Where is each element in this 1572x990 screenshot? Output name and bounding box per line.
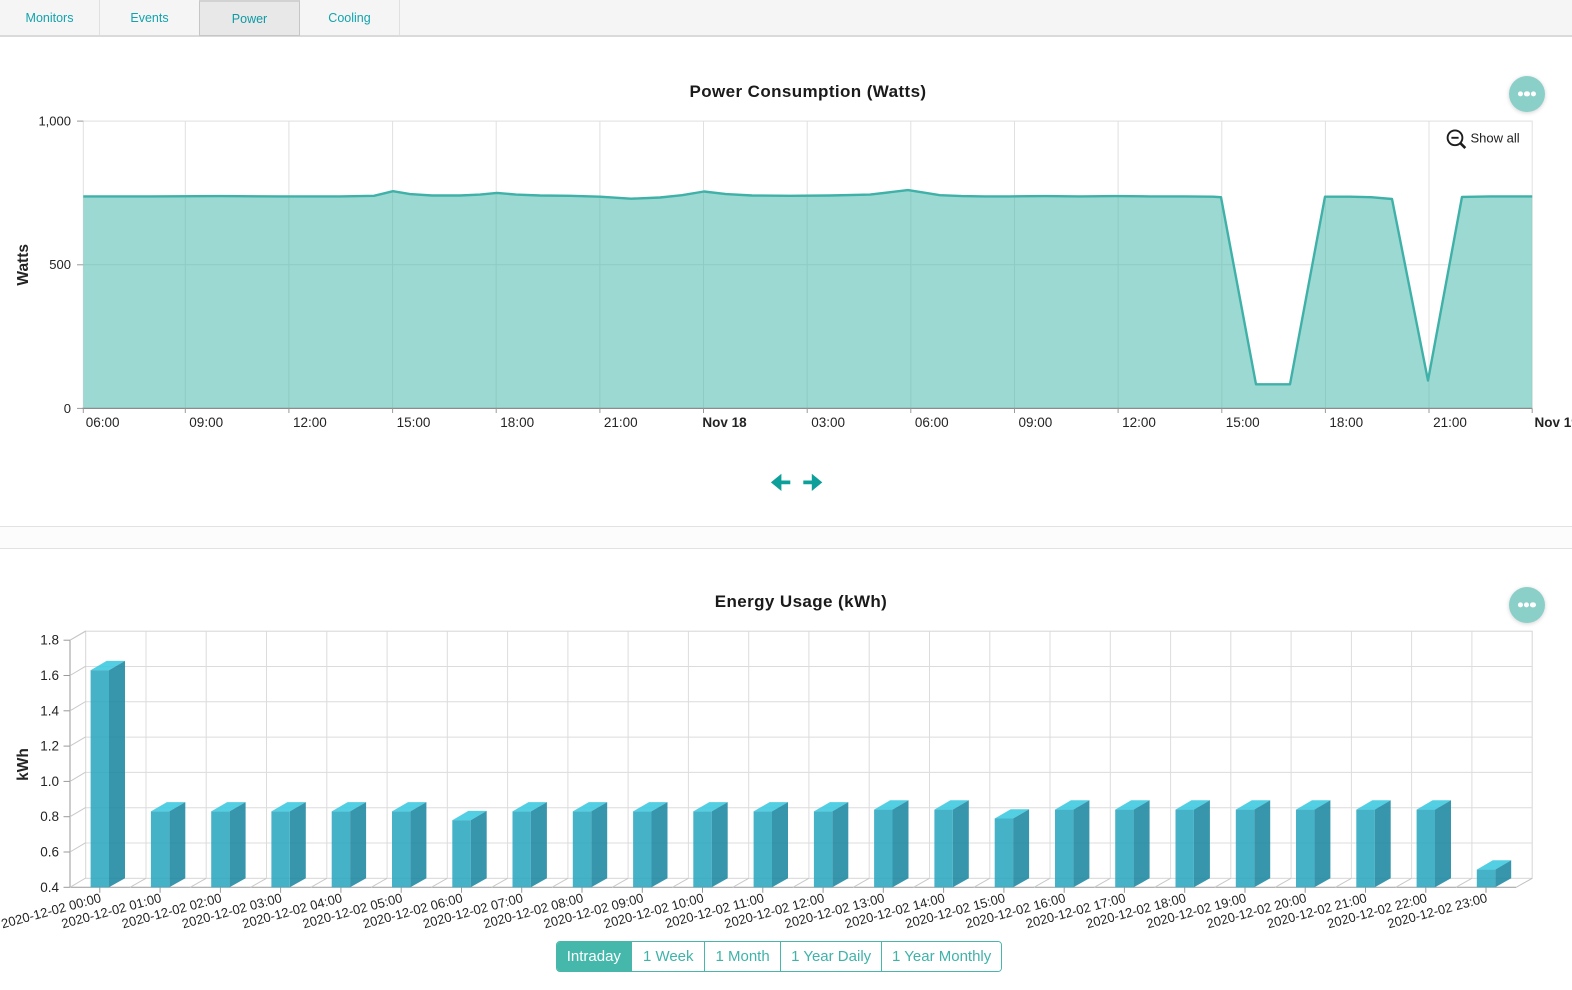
svg-text:09:00: 09:00 xyxy=(1019,415,1053,430)
svg-text:12:00: 12:00 xyxy=(293,415,327,430)
svg-text:kWh: kWh xyxy=(15,748,32,781)
svg-text:18:00: 18:00 xyxy=(1329,415,1363,430)
svg-text:1.4: 1.4 xyxy=(40,703,59,718)
svg-text:12:00: 12:00 xyxy=(1122,415,1156,430)
svg-text:0.6: 0.6 xyxy=(40,845,59,860)
svg-text:1,000: 1,000 xyxy=(38,114,71,129)
svg-text:1.8: 1.8 xyxy=(40,633,59,648)
svg-text:15:00: 15:00 xyxy=(397,415,431,430)
svg-text:21:00: 21:00 xyxy=(604,415,638,430)
svg-text:1.6: 1.6 xyxy=(40,668,59,683)
svg-text:1.0: 1.0 xyxy=(40,774,59,789)
svg-text:Energy Usage (kWh): Energy Usage (kWh) xyxy=(715,592,888,611)
svg-text:0: 0 xyxy=(64,401,71,416)
svg-text:15:00: 15:00 xyxy=(1226,415,1260,430)
svg-text:06:00: 06:00 xyxy=(86,415,120,430)
svg-text:18:00: 18:00 xyxy=(500,415,534,430)
svg-text:500: 500 xyxy=(49,257,71,272)
svg-text:21:00: 21:00 xyxy=(1433,415,1467,430)
svg-text:06:00: 06:00 xyxy=(915,415,949,430)
svg-text:Power Consumption (Watts): Power Consumption (Watts) xyxy=(690,82,927,101)
svg-text:03:00: 03:00 xyxy=(811,415,845,430)
svg-text:0.4: 0.4 xyxy=(40,880,59,895)
svg-text:Show all: Show all xyxy=(1471,130,1520,145)
svg-text:09:00: 09:00 xyxy=(189,415,223,430)
svg-text:1.2: 1.2 xyxy=(40,739,59,754)
svg-text:Nov 19: Nov 19 xyxy=(1534,415,1572,430)
svg-text:Watts: Watts xyxy=(15,244,32,286)
svg-text:Nov 18: Nov 18 xyxy=(702,415,747,430)
svg-text:0.8: 0.8 xyxy=(40,809,59,824)
